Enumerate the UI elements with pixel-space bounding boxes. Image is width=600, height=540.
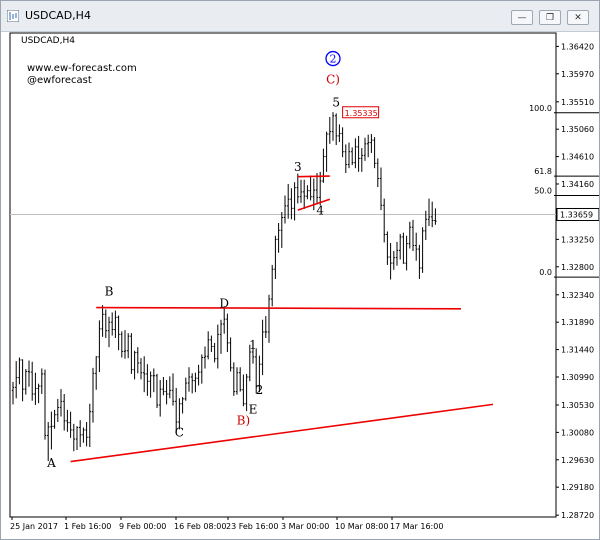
x-tick-label: 3 Mar 00:00 [281, 522, 329, 531]
wave-circle-label: 2 [330, 53, 337, 66]
fib-label-0: 100.0 [529, 104, 552, 113]
current-price-label: 1.33659 [560, 210, 593, 219]
y-tick-label: 1.28720 [561, 511, 594, 520]
price-chart[interactable]: USDCAD,H4 www.ew-forecast.com @ewforecas… [1, 32, 599, 539]
x-tick-label: 17 Mar 16:00 [390, 522, 443, 531]
minimize-button[interactable]: — [511, 10, 533, 25]
chart-window-icon [7, 10, 19, 22]
restore-icon: ❐ [545, 13, 555, 23]
y-tick-label: 1.33250 [561, 235, 594, 244]
minimize-icon: — [517, 13, 527, 23]
symbol-label: USDCAD,H4 [21, 36, 75, 46]
fib-label-3: 0.0 [539, 268, 552, 277]
wave-label: 1 [249, 338, 257, 352]
y-tick-label: 1.30530 [561, 401, 594, 410]
fib-label-2: 50.0 [534, 187, 552, 196]
x-tick-label: 16 Feb 08:00 [174, 522, 226, 531]
watermark-line-2: @ewforecast [27, 75, 92, 86]
y-tick-label: 1.31440 [561, 346, 594, 355]
y-tick-label: 1.35510 [561, 98, 594, 107]
current-price-tag: 1.33659 [556, 207, 599, 221]
time-axis: 25 Jan 2017 1 Feb 16:00 9 Feb 00:00 16 Feb … [10, 517, 443, 531]
x-tick-label: 25 Jan 2017 [10, 522, 58, 531]
x-tick-label: 10 Mar 08:00 [335, 522, 388, 531]
y-tick-label: 1.30080 [561, 428, 594, 437]
plot-frame [9, 32, 557, 518]
chart-window: USDCAD,H4 — ❐ ✕ USDCAD,H4 www.ew-forecas… [0, 0, 600, 540]
wave-label: 4 [316, 203, 324, 217]
y-tick-label: 1.35060 [561, 125, 594, 134]
y-tick-label: 1.29180 [561, 483, 594, 492]
wave-label: D [219, 297, 229, 311]
x-tick-label: 9 Feb 00:00 [119, 522, 166, 531]
wave-label: B [105, 284, 114, 298]
price-axis: 1.36420 1.35970 1.35510 1.35060 1.34610 1.341… [556, 42, 594, 520]
y-tick-label: 1.32340 [561, 291, 594, 300]
wave-label: 5 [332, 96, 340, 110]
fib-label-1: 61.8 [534, 167, 552, 176]
close-button[interactable]: ✕ [567, 10, 589, 25]
restore-button[interactable]: ❐ [539, 10, 561, 25]
y-tick-label: 1.36420 [561, 42, 594, 51]
wave-label: C [175, 426, 184, 440]
watermark-line-1: www.ew-forecast.com [27, 63, 137, 74]
y-tick-label: 1.29630 [561, 456, 594, 465]
high-price-tag: 1.35335 [342, 106, 380, 119]
title-bar: USDCAD,H4 — ❐ ✕ [1, 1, 599, 32]
x-tick-label: 23 Feb 16:00 [226, 522, 278, 531]
wave-label: A [46, 456, 56, 470]
wave-label: C) [326, 73, 340, 87]
y-tick-label: 1.32800 [561, 263, 594, 272]
high-price-label: 1.35335 [345, 109, 378, 118]
x-tick-label: 1 Feb 16:00 [64, 522, 111, 531]
trendline-2 [297, 175, 330, 178]
y-tick-label: 1.34160 [561, 180, 594, 189]
wave-label: 3 [294, 160, 302, 174]
close-icon: ✕ [574, 13, 582, 23]
window-title: USDCAD,H4 [25, 9, 91, 22]
wave-label: B) [237, 413, 251, 427]
y-tick-label: 1.35970 [561, 70, 594, 79]
y-tick-label: 1.31890 [561, 318, 594, 327]
y-tick-label: 1.34610 [561, 153, 594, 162]
wave-label: 2 [256, 383, 264, 397]
y-tick-label: 1.30990 [561, 373, 594, 382]
